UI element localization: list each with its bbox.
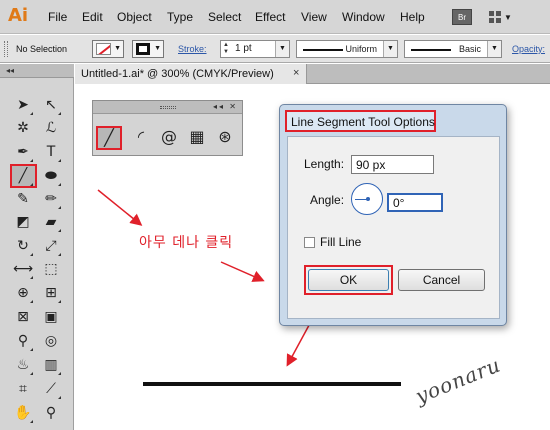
no-fill-icon xyxy=(96,43,111,55)
flyout-panel-header[interactable]: ◂◂ ✕ xyxy=(93,101,242,114)
menu-select[interactable]: Select xyxy=(208,10,241,24)
blob-brush-tool-icon[interactable]: ◩ xyxy=(12,211,34,233)
brush-definition[interactable]: Basic ▼ xyxy=(404,40,502,58)
scale-tool-icon[interactable]: ⤢ xyxy=(40,235,62,257)
line-segment-options-dialog: Line Segment Tool Options Length: Angle:… xyxy=(279,104,507,326)
menu-file[interactable]: File xyxy=(48,10,67,24)
spiral-tool-icon[interactable]: @ xyxy=(156,125,182,149)
length-input[interactable] xyxy=(351,155,434,174)
magic-wand-tool-icon[interactable]: ✲ xyxy=(12,117,34,139)
menu-view[interactable]: View xyxy=(301,10,327,24)
pen-tool-icon[interactable]: ✒ xyxy=(12,141,34,163)
zoom-tool-icon[interactable]: ⚲ xyxy=(40,402,62,424)
control-bar: No Selection ▼ ▼ Stroke: ▲ ▼ 1 pt ▼ Unifo… xyxy=(0,35,550,63)
tools-panel-header[interactable]: ◂◂ xyxy=(0,64,74,78)
flyout-panel-controls[interactable]: ◂◂ ✕ xyxy=(213,102,238,111)
selection-tool-icon[interactable]: ➤ xyxy=(12,94,34,116)
stroke-weight-field[interactable]: ▲ ▼ 1 pt ▼ xyxy=(220,40,290,58)
line-segment-tool-icon[interactable]: ╱ xyxy=(96,126,122,150)
slice-tool-icon[interactable]: ⟋ xyxy=(40,378,62,400)
document-tab-bar: Untitled-1.ai* @ 300% (CMYK/Preview) × xyxy=(75,64,550,84)
ellipse-tool-icon[interactable]: ⬬ xyxy=(40,165,62,187)
menu-bar: Ai File Edit Object Type Select Effect V… xyxy=(0,0,550,34)
polar-grid-tool-icon[interactable]: ⊛ xyxy=(212,125,238,149)
profile-label: Uniform xyxy=(345,44,377,54)
brush-line-preview xyxy=(411,49,451,51)
drawn-line-segment[interactable] xyxy=(143,382,401,386)
stroke-color-icon xyxy=(136,43,150,55)
workspace-switcher-button[interactable]: ▼ xyxy=(487,9,515,25)
gradient-tool-icon[interactable]: ▣ xyxy=(40,306,62,328)
spinner-icon[interactable]: ▲ ▼ xyxy=(223,42,231,56)
angle-input[interactable] xyxy=(387,193,443,212)
opacity-panel-link[interactable]: Opacity: xyxy=(512,44,545,54)
fill-swatch[interactable]: ▼ xyxy=(92,40,124,58)
shape-builder-tool-icon[interactable]: ⊕ xyxy=(12,282,34,304)
dialog-body: Length: Angle: Fill Line OK Cancel xyxy=(287,136,500,319)
chevron-down-icon[interactable]: ▼ xyxy=(383,41,397,57)
profile-line-preview xyxy=(303,49,343,51)
variable-width-profile[interactable]: Uniform ▼ xyxy=(296,40,398,58)
stroke-swatch[interactable]: ▼ xyxy=(132,40,164,58)
dialog-title-highlight: Line Segment Tool Options xyxy=(285,110,436,132)
direct-selection-tool-icon[interactable]: ↖ xyxy=(40,94,62,116)
chevron-down-icon: ▼ xyxy=(504,13,512,22)
rotate-tool-icon[interactable]: ↻ xyxy=(12,235,34,257)
eraser-tool-icon[interactable]: ▰ xyxy=(40,211,62,233)
cancel-button[interactable]: Cancel xyxy=(398,269,485,291)
fill-line-checkbox[interactable] xyxy=(304,237,315,248)
selection-status: No Selection xyxy=(16,44,68,54)
grid-icon xyxy=(489,11,501,23)
mesh-tool-icon[interactable]: ⊠ xyxy=(12,306,34,328)
menu-window[interactable]: Window xyxy=(342,10,385,24)
type-tool-icon[interactable]: T xyxy=(40,141,62,163)
length-label: Length: xyxy=(304,157,345,171)
chevron-down-icon[interactable]: ▼ xyxy=(275,41,289,57)
panel-grip[interactable] xyxy=(160,106,176,109)
perspective-grid-tool-icon[interactable]: ⊞ xyxy=(40,282,62,304)
free-transform-tool-icon[interactable]: ⬚ xyxy=(40,258,62,280)
panel-grip[interactable] xyxy=(4,41,8,57)
document-tab[interactable]: Untitled-1.ai* @ 300% (CMYK/Preview) × xyxy=(75,64,307,84)
dialog-title: Line Segment Tool Options xyxy=(291,115,435,129)
bridge-button[interactable]: Br xyxy=(452,9,472,25)
angle-center-dot xyxy=(366,197,370,201)
blend-tool-icon[interactable]: ◎ xyxy=(40,330,62,352)
menu-edit[interactable]: Edit xyxy=(82,10,103,24)
column-graph-tool-icon[interactable]: ▥ xyxy=(40,354,62,376)
width-tool-icon[interactable]: ⟷ xyxy=(12,258,34,280)
menu-type[interactable]: Type xyxy=(167,10,193,24)
illustrator-logo: Ai xyxy=(8,5,29,26)
annotation-click-anywhere: 아무 데나 클릭 xyxy=(139,235,234,251)
stroke-weight-value[interactable]: 1 pt xyxy=(235,43,252,54)
line-segment-tool-icon[interactable]: ╱ xyxy=(12,165,34,187)
ok-button[interactable]: OK xyxy=(308,269,389,291)
stroke-panel-link[interactable]: Stroke: xyxy=(178,44,207,54)
document-tab-title[interactable]: Untitled-1.ai* @ 300% (CMYK/Preview) xyxy=(81,68,274,80)
menu-help[interactable]: Help xyxy=(400,10,425,24)
paintbrush-tool-icon[interactable]: ✎ xyxy=(12,188,34,210)
angle-label: Angle: xyxy=(310,193,345,207)
close-icon[interactable]: × xyxy=(293,67,299,79)
lasso-tool-icon[interactable]: ℒ xyxy=(40,117,62,139)
chevron-down-icon[interactable]: ▼ xyxy=(487,41,501,57)
artboard-tool-icon[interactable]: ⌗ xyxy=(12,378,34,400)
eyedropper-tool-icon[interactable]: ⚲ xyxy=(12,330,34,352)
hand-tool-icon[interactable]: ✋ xyxy=(12,402,34,424)
rectangular-grid-tool-icon[interactable]: ▦ xyxy=(184,125,210,149)
arc-tool-icon[interactable]: ◜ xyxy=(128,125,154,149)
fill-line-label[interactable]: Fill Line xyxy=(320,235,361,249)
chevron-down-icon: ▼ xyxy=(154,45,161,52)
chevron-down-icon: ▼ xyxy=(114,45,121,52)
pencil-tool-icon[interactable]: ✏ xyxy=(40,188,62,210)
symbol-sprayer-tool-icon[interactable]: ♨ xyxy=(12,354,34,376)
menu-object[interactable]: Object xyxy=(117,10,152,24)
angle-dial[interactable] xyxy=(351,183,383,215)
menu-effect[interactable]: Effect xyxy=(255,10,285,24)
brush-label: Basic xyxy=(458,44,481,54)
